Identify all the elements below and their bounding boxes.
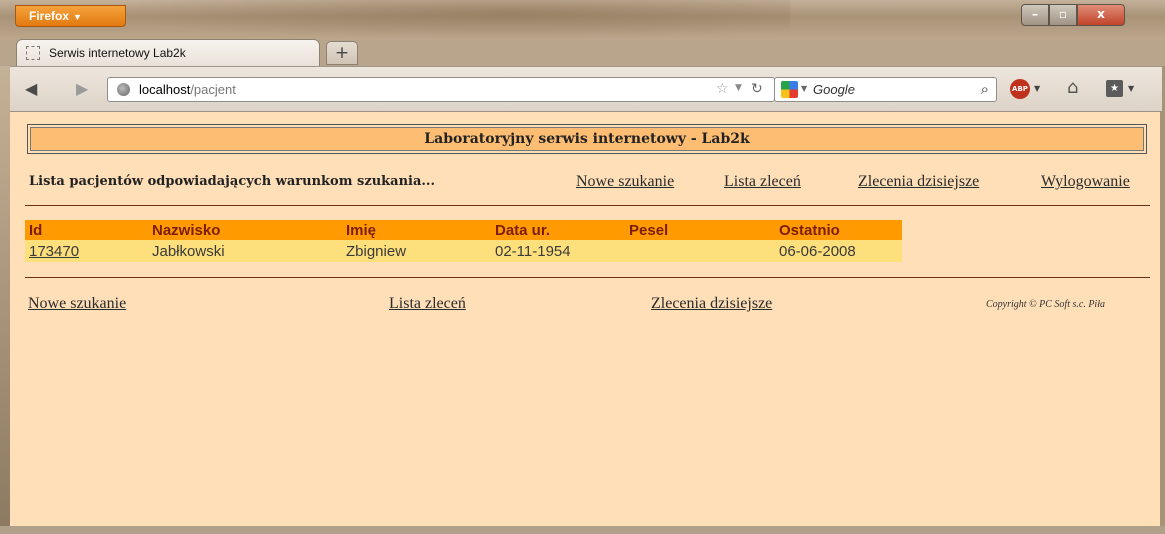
window-right-frame (1160, 66, 1165, 526)
today-orders-link[interactable]: Zlecenia dzisiejsze (858, 173, 979, 191)
google-engine-icon[interactable] (781, 81, 798, 98)
maximize-button[interactable]: ▫ (1049, 4, 1077, 26)
url-host: localhost (139, 82, 191, 97)
chevron-down-icon[interactable]: ▼ (735, 83, 742, 93)
order-list-link[interactable]: Lista zleceń (724, 173, 801, 191)
table-header-row: Id Nazwisko Imię Data ur. Pesel Ostatnio (25, 220, 902, 240)
chevron-down-icon[interactable]: ▼ (801, 84, 807, 93)
results-heading: Lista pacjentów odpowiadających warunkom… (29, 174, 435, 189)
chevron-down-icon[interactable]: ▼ (1128, 84, 1134, 93)
address-url[interactable]: localhost/pacjent (139, 82, 236, 97)
cell-surname: Jabłkowski (148, 240, 342, 262)
chevron-down-icon: ▼ (73, 12, 82, 22)
cell-last-visit: 06-06-2008 (775, 240, 902, 262)
patients-table: Id Nazwisko Imię Data ur. Pesel Ostatnio… (25, 220, 902, 262)
minimize-button[interactable]: – (1021, 4, 1049, 26)
chevron-down-icon[interactable]: ▼ (1034, 84, 1040, 93)
cell-birth-date: 02-11-1954 (491, 240, 625, 262)
page-header: Laboratoryjny serwis internetowy - Lab2k (27, 124, 1147, 154)
column-header: Nazwisko (148, 220, 342, 240)
window-titlebar (0, 0, 1165, 40)
page-content: Laboratoryjny serwis internetowy - Lab2k… (10, 112, 1160, 526)
bookmarks-icon[interactable]: ★ (1106, 80, 1123, 97)
page-title: Laboratoryjny serwis internetowy - Lab2k (30, 127, 1144, 151)
column-header: Id (25, 220, 148, 240)
new-tab-button[interactable]: + (326, 41, 358, 65)
column-header: Data ur. (491, 220, 625, 240)
column-header: Pesel (625, 220, 775, 240)
window-bottom-frame (0, 526, 1165, 534)
firefox-menu-label: Firefox (29, 9, 70, 23)
firefox-menu-button[interactable]: Firefox ▼ (15, 5, 126, 27)
cell-pesel (625, 240, 775, 262)
column-header: Ostatnio (775, 220, 902, 240)
search-bar[interactable]: ▼ Google ⌕ (774, 77, 997, 102)
navigation-toolbar: ◀ ▶ localhost/pacjent ☆ ▼ ↻ ▼ Google ⌕ A… (10, 66, 1162, 112)
today-orders-link-bottom[interactable]: Zlecenia dzisiejsze (651, 295, 772, 313)
tab-active[interactable]: Serwis internetowy Lab2k (16, 39, 320, 67)
home-icon[interactable]: ⌂ (1067, 77, 1078, 98)
tab-title: Serwis internetowy Lab2k (49, 46, 186, 60)
patient-id-link[interactable]: 173470 (29, 243, 79, 260)
order-list-link-bottom[interactable]: Lista zleceń (389, 295, 466, 313)
page-icon (26, 46, 40, 60)
divider (25, 205, 1150, 206)
divider (25, 277, 1150, 278)
bookmark-star-icon[interactable]: ☆ (716, 81, 729, 97)
new-search-link-bottom[interactable]: Nowe szukanie (28, 295, 126, 313)
globe-icon (117, 83, 130, 96)
cell-name: Zbigniew (342, 240, 491, 262)
table-row: 173470 Jabłkowski Zbigniew 02-11-1954 06… (25, 240, 902, 262)
adblock-icon[interactable]: ABP (1010, 79, 1030, 99)
close-button[interactable]: x (1077, 4, 1125, 26)
reload-icon[interactable]: ↻ (751, 81, 763, 97)
window-left-frame (0, 66, 10, 526)
cell-id: 173470 (25, 240, 148, 262)
back-arrow-icon[interactable]: ◀ (25, 79, 37, 98)
url-path: /pacjent (190, 82, 236, 97)
forward-arrow-icon[interactable]: ▶ (76, 79, 88, 98)
copyright-text: Copyright © PC Soft s.c. Piła (986, 299, 1105, 310)
new-search-link[interactable]: Nowe szukanie (576, 173, 674, 191)
search-input[interactable]: Google (813, 82, 855, 97)
logout-link[interactable]: Wylogowanie (1041, 173, 1130, 191)
column-header: Imię (342, 220, 491, 240)
search-icon[interactable]: ⌕ (981, 80, 989, 98)
address-bar[interactable]: localhost/pacjent ☆ ▼ ↻ (107, 77, 775, 102)
